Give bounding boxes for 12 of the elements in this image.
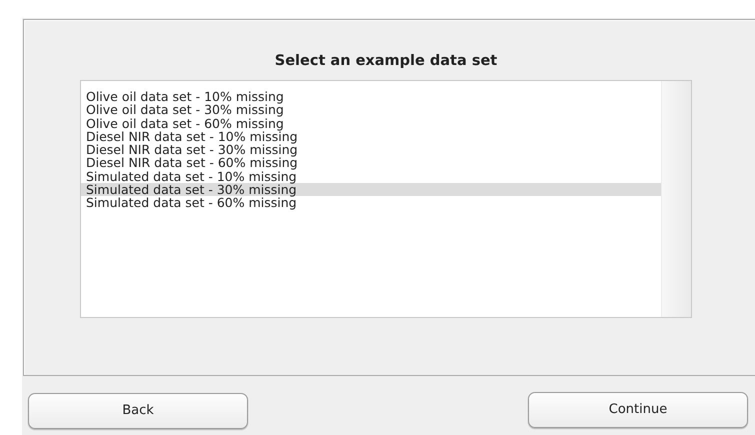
list-item[interactable]: Simulated data set - 10% missing (81, 170, 661, 184)
back-button[interactable]: Back (28, 393, 248, 429)
list-item[interactable]: Olive oil data set - 10% missing (81, 90, 661, 104)
list-item[interactable]: Diesel NIR data set - 10% missing (81, 130, 661, 144)
continue-button[interactable]: Continue (528, 392, 748, 428)
list-item[interactable]: Simulated data set - 60% missing (81, 196, 661, 210)
list-item[interactable]: Olive oil data set - 30% missing (81, 103, 661, 117)
panel-title: Select an example data set (274, 53, 498, 70)
list-item[interactable]: Simulated data set - 30% missing (81, 183, 661, 196)
list-item[interactable]: Diesel NIR data set - 30% missing (81, 143, 661, 156)
list-item[interactable]: Olive oil data set - 60% missing (81, 116, 661, 130)
list-item[interactable]: Diesel NIR data set - 60% missing (81, 156, 661, 170)
